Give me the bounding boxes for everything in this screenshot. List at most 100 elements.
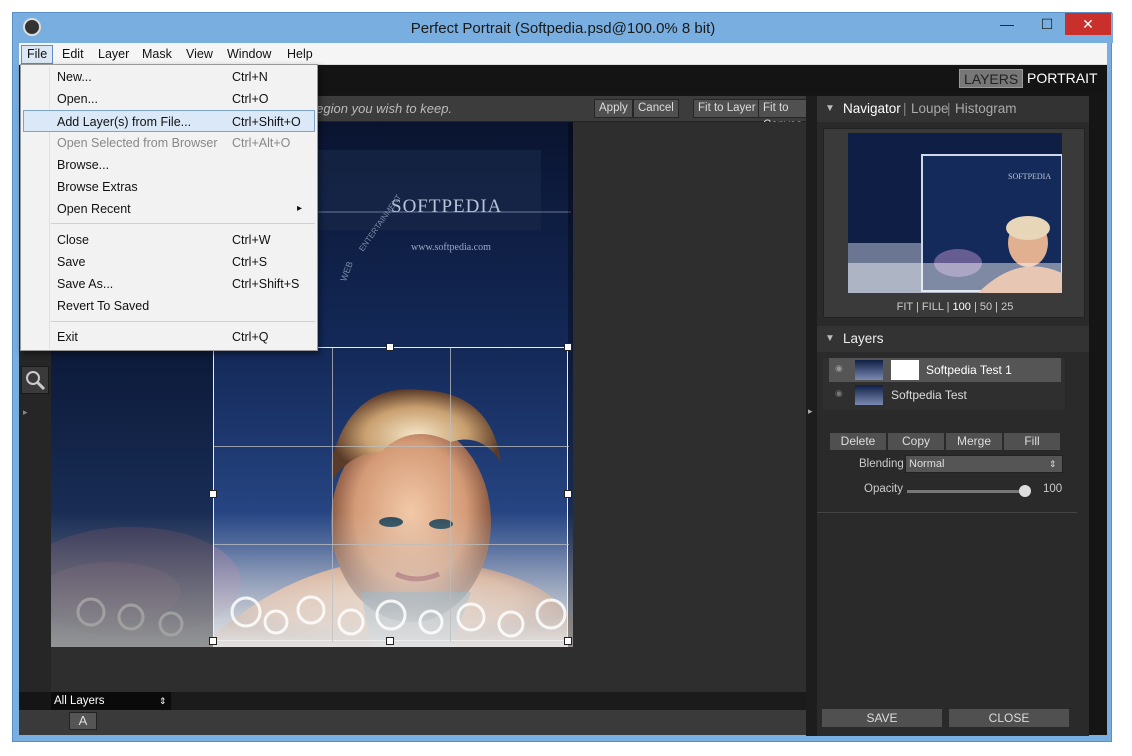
menu-item-exit[interactable]: Exit Ctrl+Q xyxy=(23,326,315,348)
blending-label: Blending xyxy=(859,458,904,470)
panel-splitter[interactable]: ▸ xyxy=(806,96,817,736)
layer-row[interactable]: ◉ Softpedia Test xyxy=(829,383,1061,407)
eye-icon[interactable]: ◉ xyxy=(835,388,843,399)
crop-handle-left[interactable] xyxy=(209,490,217,498)
collapse-triangle-icon[interactable]: ▼ xyxy=(825,326,835,352)
menu-separator xyxy=(51,321,315,322)
tab-layers[interactable]: LAYERS xyxy=(959,69,1024,88)
navigator-preview[interactable]: SOFTPEDIA FIT | FILL | 100 | 50 | 25 xyxy=(823,128,1085,318)
tab-portrait[interactable]: PORTRAIT xyxy=(1023,69,1102,88)
menu-item-save-as[interactable]: Save As... Ctrl+Shift+S xyxy=(23,273,315,295)
collapse-right-icon[interactable]: ▸ xyxy=(808,406,813,417)
crop-handle-bottom[interactable] xyxy=(386,637,394,645)
menu-item-open-selected[interactable]: Open Selected from Browser Ctrl+Alt+O xyxy=(23,132,315,154)
menu-item-add-layers[interactable]: Add Layer(s) from File... Ctrl+Shift+O xyxy=(23,110,315,132)
panel-divider xyxy=(817,512,1077,513)
merge-layer-button[interactable]: Merge xyxy=(945,432,1003,451)
crop-handle-top-right[interactable] xyxy=(564,343,572,351)
crop-grid-line xyxy=(332,348,333,642)
menu-view[interactable]: View xyxy=(181,45,218,63)
spinner-arrows-icon: ⇕ xyxy=(159,696,167,706)
crop-handle-bottom-right[interactable] xyxy=(564,637,572,645)
menu-layer[interactable]: Layer xyxy=(93,45,134,63)
title-bar[interactable]: Perfect Portrait (Softpedia.psd@100.0% 8… xyxy=(13,13,1113,43)
crop-grid-line xyxy=(214,446,569,447)
layer-name: Softpedia Test 1 xyxy=(926,363,1012,377)
softpedia-url: www.softpedia.com xyxy=(411,242,491,253)
layers-title: Layers xyxy=(843,331,884,346)
window-title: Perfect Portrait (Softpedia.psd@100.0% 8… xyxy=(410,20,716,37)
delete-layer-button[interactable]: Delete xyxy=(829,432,887,451)
submenu-arrow-icon: ▸ xyxy=(297,203,303,214)
fit-to-canvas-button[interactable]: Fit to Canvas xyxy=(758,99,807,131)
menu-item-save[interactable]: Save Ctrl+S xyxy=(23,251,315,273)
canvas-margin xyxy=(51,647,806,692)
layers-header: ▼ Layers xyxy=(817,326,1089,352)
menu-edit[interactable]: Edit xyxy=(57,45,89,63)
layer-thumbnail xyxy=(855,385,883,405)
zoom-100[interactable]: 100 xyxy=(953,301,971,313)
layer-select-bar: All Layers ⇕ xyxy=(51,692,806,710)
menu-item-browse[interactable]: Browse... xyxy=(23,154,315,176)
collapse-left-icon[interactable]: ▸ xyxy=(23,407,29,427)
opacity-value: 100 xyxy=(1043,483,1063,495)
softpedia-logo: SOFTPEDIA xyxy=(391,196,502,217)
opacity-label: Opacity xyxy=(864,483,903,495)
menu-file[interactable]: File xyxy=(21,45,54,64)
right-panel: ▼ Navigator | Loupe | Histogram SOFTPEDI… xyxy=(817,96,1089,736)
menu-item-close[interactable]: Close Ctrl+W xyxy=(23,229,315,251)
thumb-logo: SOFTPEDIA xyxy=(1008,172,1051,181)
crop-box[interactable] xyxy=(213,347,569,642)
text-tool-button[interactable]: A xyxy=(69,712,97,730)
crop-hint-text: e region you wish to keep. xyxy=(301,101,453,116)
crop-handle-bottom-left[interactable] xyxy=(209,637,217,645)
collapse-triangle-icon[interactable]: ▼ xyxy=(825,96,835,122)
menu-separator xyxy=(51,223,315,224)
zoom-fill[interactable]: FILL xyxy=(922,301,944,313)
cancel-button[interactable]: Cancel xyxy=(633,99,679,118)
crop-handle-top[interactable] xyxy=(386,343,394,351)
eye-icon[interactable]: ◉ xyxy=(835,363,843,374)
zoom-50[interactable]: 50 xyxy=(980,301,992,313)
menu-mask[interactable]: Mask xyxy=(137,45,177,63)
blending-select[interactable]: Normal ⇕ xyxy=(905,455,1063,473)
apply-button[interactable]: Apply xyxy=(594,99,633,118)
close-button[interactable]: CLOSE xyxy=(948,708,1070,728)
zoom-25[interactable]: 25 xyxy=(1001,301,1013,313)
menu-item-browse-extras[interactable]: Browse Extras xyxy=(23,176,315,198)
zoom-presets: FIT | FILL | 100 | 50 | 25 xyxy=(824,297,1086,317)
copy-layer-button[interactable]: Copy xyxy=(887,432,945,451)
minimize-button[interactable]: — xyxy=(993,13,1021,35)
zoom-fit[interactable]: FIT xyxy=(897,301,913,313)
menu-item-new[interactable]: New... Ctrl+N xyxy=(23,66,315,88)
dropdown-arrows-icon: ⇕ xyxy=(1049,459,1057,469)
maximize-button[interactable]: ☐ xyxy=(1033,13,1061,35)
layer-select-value: All Layers xyxy=(54,695,105,707)
navigator-header: ▼ Navigator | Loupe | Histogram xyxy=(817,96,1089,122)
tab-histogram[interactable]: Histogram xyxy=(955,96,1017,122)
tab-divider: | xyxy=(947,101,951,116)
menu-item-open-recent[interactable]: Open Recent ▸ xyxy=(23,198,315,220)
tab-navigator[interactable]: Navigator xyxy=(843,96,901,122)
menu-help[interactable]: Help xyxy=(282,45,318,63)
close-window-button[interactable]: ✕ xyxy=(1065,13,1111,35)
file-menu-dropdown: New... Ctrl+N Open... Ctrl+O Add Layer(s) … xyxy=(20,64,318,351)
opacity-slider-handle[interactable] xyxy=(1019,485,1031,497)
layer-row[interactable]: ◉ Softpedia Test 1 xyxy=(829,358,1061,382)
menu-item-revert[interactable]: Revert To Saved xyxy=(23,295,315,317)
menu-bar: File Edit Layer Mask View Window Help xyxy=(19,43,1107,65)
layer-name: Softpedia Test xyxy=(891,388,967,402)
fill-layer-button[interactable]: Fill xyxy=(1003,432,1061,451)
layer-select[interactable]: All Layers ⇕ xyxy=(51,692,171,710)
opacity-slider[interactable] xyxy=(907,490,1029,493)
crop-handle-right[interactable] xyxy=(564,490,572,498)
fit-to-layer-button[interactable]: Fit to Layer xyxy=(693,99,761,118)
zoom-tool-button[interactable] xyxy=(21,366,49,394)
status-bar: A xyxy=(19,710,806,735)
menu-window[interactable]: Window xyxy=(222,45,276,63)
layer-thumbnail xyxy=(855,360,883,380)
blending-value: Normal xyxy=(909,458,945,470)
save-button[interactable]: SAVE xyxy=(821,708,943,728)
tab-loupe[interactable]: Loupe xyxy=(911,96,949,122)
menu-item-open[interactable]: Open... Ctrl+O xyxy=(23,88,315,110)
